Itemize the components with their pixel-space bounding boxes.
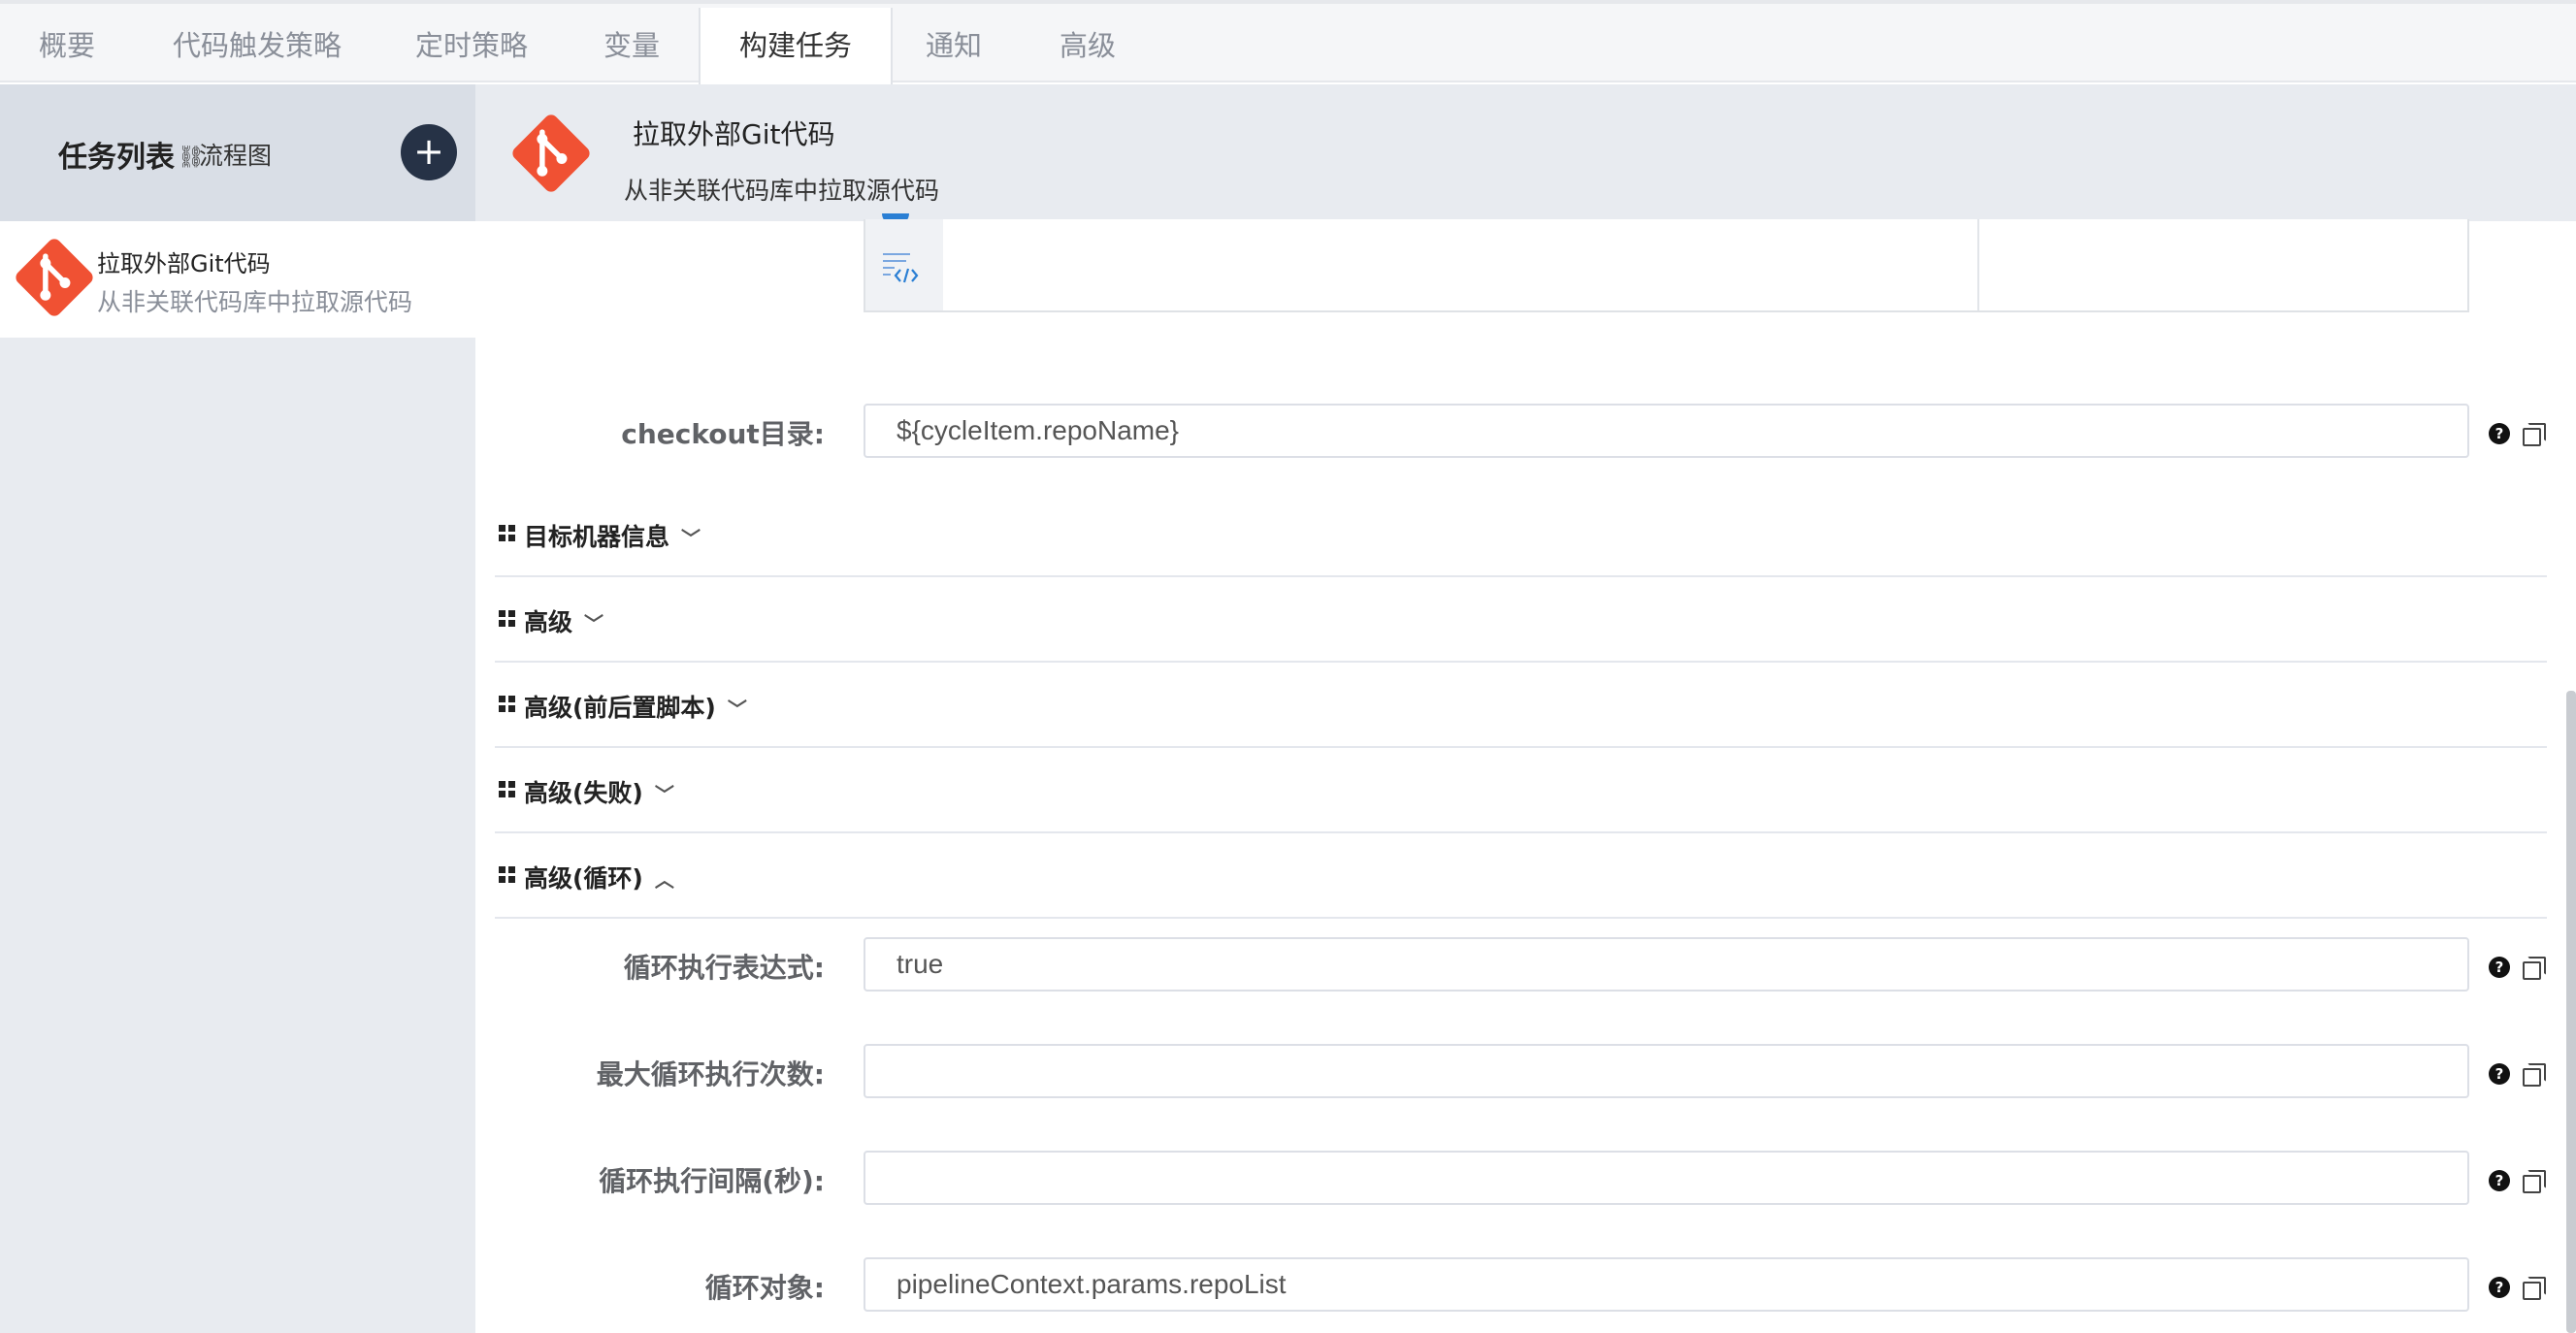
help-icon[interactable]: ? — [2489, 423, 2510, 444]
editor-divider — [1977, 219, 1979, 310]
copy-icon[interactable] — [2523, 1063, 2546, 1087]
add-task-button[interactable]: + — [401, 124, 457, 180]
loop-object-label: 循环对象: — [704, 1272, 825, 1304]
flowchart-icon: ⛓ — [178, 146, 205, 170]
section-title: 高级(失败) — [524, 779, 643, 807]
chevron-down-icon: ﹀ — [681, 527, 701, 550]
tab-build-tasks[interactable]: 构建任务 — [699, 8, 894, 86]
git-logo-icon — [16, 239, 93, 316]
task-list-panel: 任务列表 ⛓流程图 + 拉取外部Git代码 从非关联代码库中拉取源代码 — [0, 84, 475, 1333]
section-title: 目标机器信息 — [524, 523, 670, 551]
section-advanced[interactable]: 高级 ﹀ — [495, 577, 2547, 663]
section-advanced-loop[interactable]: 高级(循环) ︿ — [495, 833, 2547, 919]
copy-icon[interactable] — [2523, 423, 2546, 446]
tab-schedule[interactable]: 定时策略 — [376, 8, 567, 84]
flowchart-label: 流程图 — [199, 142, 273, 170]
section-title: 高级(循环) — [524, 864, 643, 893]
flowchart-link[interactable]: ⛓流程图 — [178, 137, 272, 172]
task-detail-desc: 从非关联代码库中拉取源代码 — [624, 177, 940, 205]
task-list-header: 任务列表 ⛓流程图 + — [0, 84, 475, 221]
copy-icon[interactable] — [2523, 957, 2546, 980]
chevron-down-icon: ﹀ — [654, 783, 674, 806]
chevron-down-icon: ﹀ — [584, 612, 604, 635]
task-item-desc: 从非关联代码库中拉取源代码 — [97, 288, 413, 316]
chevron-up-icon: ︿ — [654, 868, 674, 892]
editor-gutter — [865, 219, 943, 310]
checkout-dir-label: checkout目录: — [621, 418, 825, 450]
copy-icon[interactable] — [2523, 1277, 2546, 1300]
task-list-title: 任务列表 — [58, 141, 175, 175]
grid-icon — [499, 696, 516, 713]
tab-code-trigger[interactable]: 代码触发策略 — [134, 8, 380, 84]
help-icon[interactable]: ? — [2489, 957, 2510, 978]
chevron-down-icon: ﹀ — [727, 698, 747, 721]
help-icon[interactable]: ? — [2489, 1277, 2510, 1298]
tab-advanced[interactable]: 高级 — [1021, 8, 1155, 84]
loop-interval-input[interactable] — [864, 1151, 2469, 1205]
task-item-name: 拉取外部Git代码 — [97, 250, 271, 277]
git-logo-icon — [512, 114, 590, 192]
loop-expr-label: 循环执行表达式: — [623, 952, 825, 984]
section-title: 高级(前后置脚本) — [524, 694, 716, 722]
tab-variables[interactable]: 变量 — [565, 8, 699, 84]
task-list-item[interactable]: 拉取外部Git代码 从非关联代码库中拉取源代码 — [0, 221, 475, 338]
loop-object-input[interactable]: pipelineContext.params.repoList — [864, 1257, 2469, 1312]
help-icon[interactable]: ? — [2489, 1063, 2510, 1085]
section-target-machine[interactable]: 目标机器信息 ﹀ — [495, 492, 2547, 577]
scrollbar[interactable] — [2566, 691, 2576, 1333]
section-advanced-scripts[interactable]: 高级(前后置脚本) ﹀ — [495, 663, 2547, 748]
loop-expr-input[interactable]: true — [864, 937, 2469, 992]
section-title: 高级 — [524, 608, 573, 636]
script-editor[interactable] — [864, 219, 2469, 312]
max-loops-label: 最大循环执行次数: — [596, 1058, 825, 1090]
grid-icon — [499, 866, 516, 884]
grid-icon — [499, 781, 516, 798]
top-tab-bar: 概要 代码触发策略 定时策略 变量 构建任务 通知 高级 — [0, 0, 2576, 86]
checkout-dir-input[interactable]: ${cycleItem.repoName} — [864, 404, 2469, 458]
code-format-icon[interactable] — [881, 250, 920, 289]
task-detail-header: 拉取外部Git代码 从非关联代码库中拉取源代码 — [475, 84, 2576, 221]
max-loops-input[interactable] — [864, 1044, 2469, 1098]
task-detail-title: 拉取外部Git代码 — [633, 118, 835, 150]
grid-icon — [499, 610, 516, 628]
help-icon[interactable]: ? — [2489, 1170, 2510, 1191]
copy-icon[interactable] — [2523, 1170, 2546, 1193]
tab-overview[interactable]: 概要 — [0, 8, 134, 84]
grid-icon — [499, 525, 516, 542]
loop-interval-label: 循环执行间隔(秒): — [599, 1165, 825, 1197]
section-advanced-failure[interactable]: 高级(失败) ﹀ — [495, 748, 2547, 833]
tab-notify[interactable]: 通知 — [887, 8, 1021, 84]
